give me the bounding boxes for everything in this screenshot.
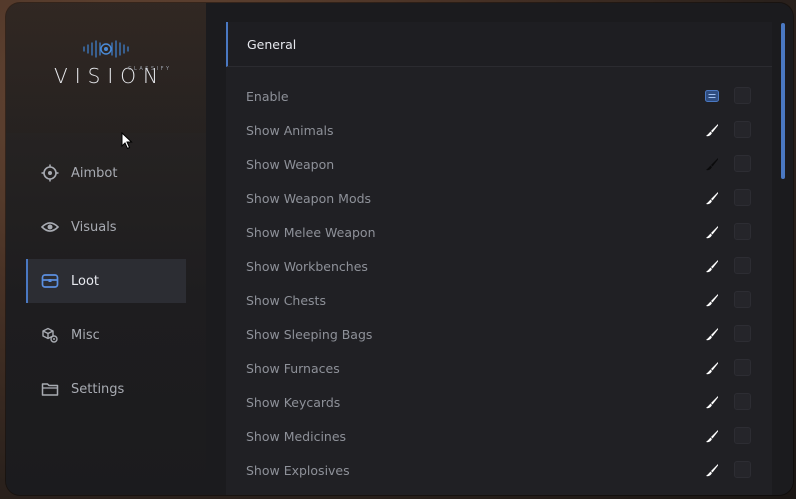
option-row-furnaces: Show Furnaces [226,351,772,385]
brush-icon[interactable] [703,427,721,445]
show-explosives-checkbox[interactable] [734,461,751,478]
eye-icon [41,218,59,236]
option-row-weapon: Show Weapon [226,147,772,181]
crosshair-icon [41,164,59,182]
show-chests-checkbox[interactable] [734,291,751,308]
show-medicines-checkbox[interactable] [734,427,751,444]
sidebar-nav: Aimbot Visuals Loot Misc Settings [26,151,186,421]
show-weapon-checkbox[interactable] [734,155,751,172]
panel-title: General [226,22,772,67]
enable-checkbox[interactable] [734,87,751,104]
option-label: Show Melee Weapon [246,224,376,240]
brush-icon[interactable] [703,359,721,377]
option-row-medicines: Show Medicines [226,419,772,453]
sidebar-item-label: Visuals [71,219,117,235]
brush-icon[interactable] [703,121,721,139]
brush-icon[interactable] [703,461,721,479]
option-label: Show Animals [246,122,334,138]
sidebar: CLASSIFY VISION Aimbot Visuals Loot Misc… [6,3,206,495]
sidebar-item-settings[interactable]: Settings [26,367,186,411]
show-workbenches-checkbox[interactable] [734,257,751,274]
option-row-workbenches: Show Workbenches [226,249,772,283]
show-animals-checkbox[interactable] [734,121,751,138]
sidebar-item-misc[interactable]: Misc [26,313,186,357]
cube-gear-icon [41,326,59,344]
settings-panel: General Enable Show Animals Show Weapon … [226,22,772,495]
soundwave-logo-icon [83,40,129,58]
option-row-chests: Show Chests [226,283,772,317]
brush-icon-dark[interactable] [703,155,721,173]
option-label: Show Weapon [246,156,335,172]
option-row-enable: Enable [226,79,772,113]
brush-icon[interactable] [703,257,721,275]
option-label: Show Sleeping Bags [246,326,373,342]
main-content: General Enable Show Animals Show Weapon … [206,3,793,495]
show-keycards-checkbox[interactable] [734,393,751,410]
option-row-weapon-mods: Show Weapon Mods [226,181,772,215]
mouse-cursor-icon [121,132,133,150]
brush-icon[interactable] [703,189,721,207]
folder-icon [41,380,59,398]
option-row-keycards: Show Keycards [226,385,772,419]
show-sleeping-bags-checkbox[interactable] [734,325,751,342]
app-window: CLASSIFY VISION Aimbot Visuals Loot Misc… [6,3,793,495]
option-label: Show Explosives [246,462,350,478]
sidebar-item-label: Aimbot [71,165,118,181]
show-melee-weapon-checkbox[interactable] [734,223,751,240]
option-label: Show Medicines [246,428,347,444]
sidebar-item-visuals[interactable]: Visuals [26,205,186,249]
option-label: Show Chests [246,292,326,308]
option-row-animals: Show Animals [226,113,772,147]
option-label: Show Furnaces [246,360,340,376]
chest-icon [41,272,59,290]
sidebar-item-aimbot[interactable]: Aimbot [26,151,186,195]
brush-icon[interactable] [703,325,721,343]
option-label: Show Keycards [246,394,341,410]
option-row-explosives: Show Explosives [226,453,772,487]
sidebar-item-label: Settings [71,381,125,397]
brand-tagline: CLASSIFY [128,66,172,72]
scrollbar[interactable] [781,23,785,179]
brush-icon[interactable] [703,393,721,411]
brand-name: VISION [54,64,165,88]
option-list: Enable Show Animals Show Weapon Show Wea… [226,67,772,487]
sidebar-item-label: Loot [71,273,100,289]
brush-icon[interactable] [703,291,721,309]
option-label: Show Workbenches [246,258,368,274]
brush-icon[interactable] [703,223,721,241]
option-row-sleeping-bags: Show Sleeping Bags [226,317,772,351]
sidebar-item-label: Misc [71,327,100,343]
show-weapon-mods-checkbox[interactable] [734,189,751,206]
show-furnaces-checkbox[interactable] [734,359,751,376]
logo: CLASSIFY VISION [6,39,206,88]
option-label: Enable [246,88,289,104]
option-row-melee-weapon: Show Melee Weapon [226,215,772,249]
keybind-icon[interactable] [703,87,721,105]
option-label: Show Weapon Mods [246,190,372,206]
sidebar-item-loot[interactable]: Loot [26,259,186,303]
